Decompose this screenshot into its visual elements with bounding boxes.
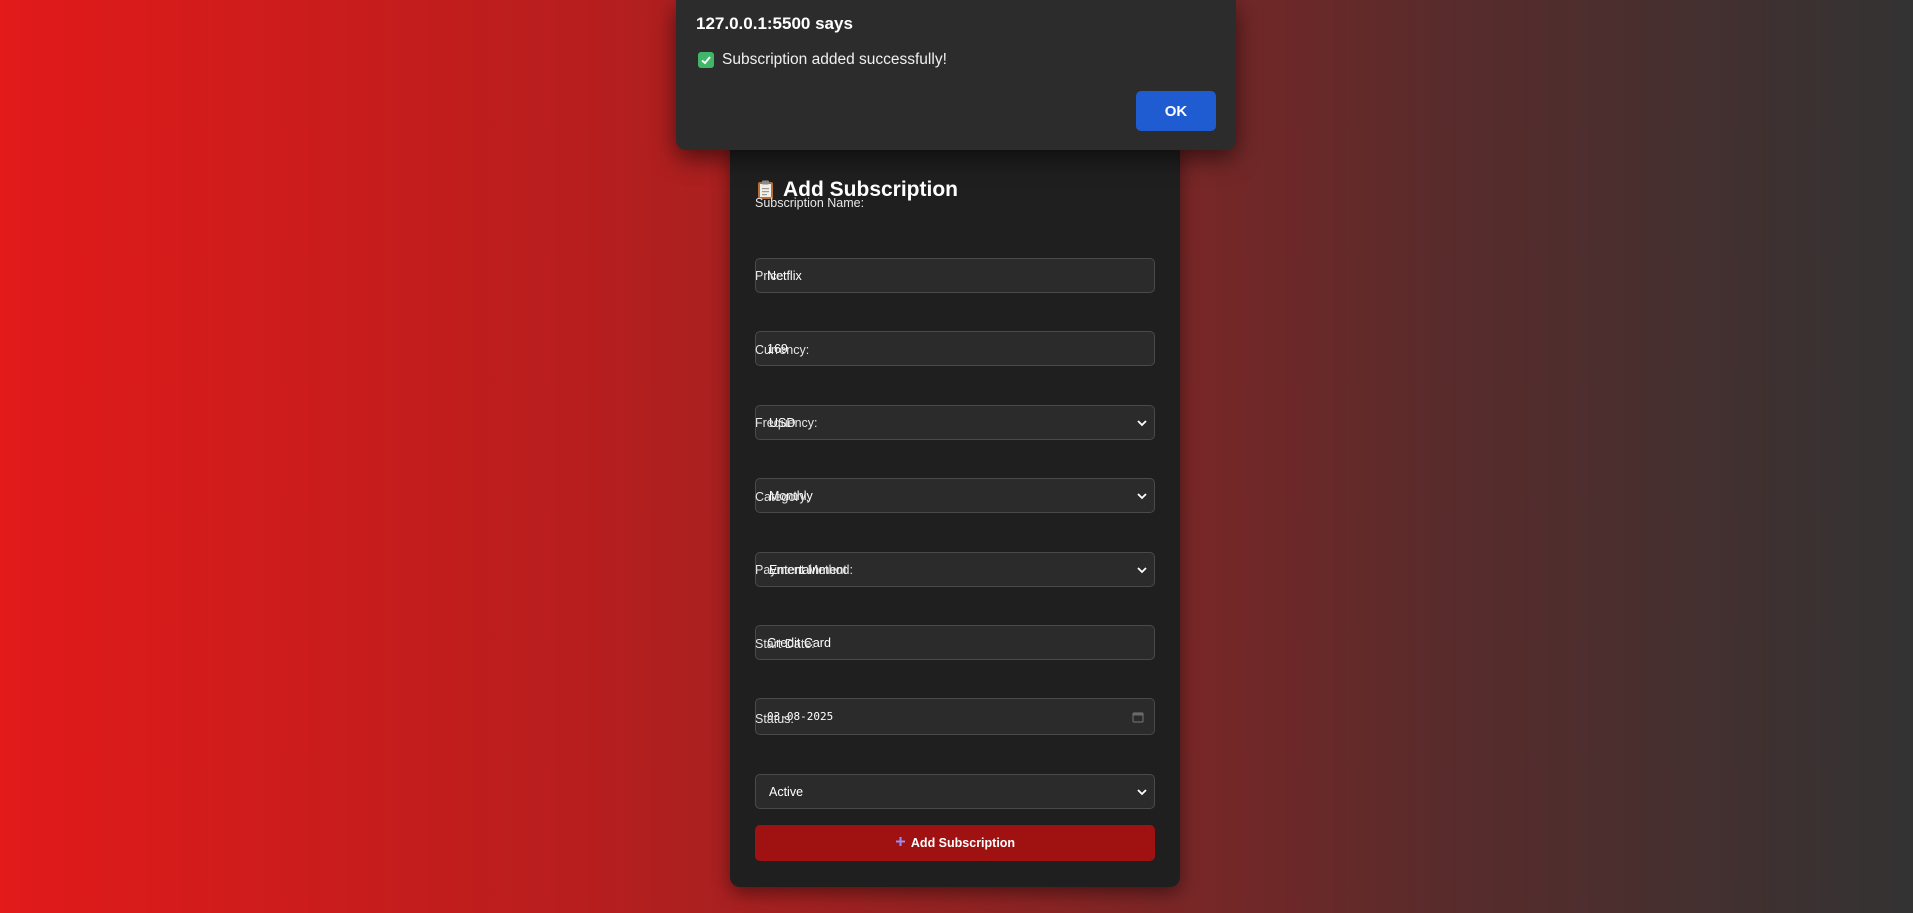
add-subscription-button-label: Add Subscription [910, 836, 1016, 850]
price-input[interactable]: 169 [755, 331, 1155, 366]
frequency-label: Frequency: [755, 416, 818, 430]
chevron-down-icon [1136, 417, 1148, 429]
category-label: Category: [755, 490, 810, 504]
chevron-down-icon [1136, 490, 1148, 502]
start-date-label: Start Date: [755, 637, 815, 651]
status-select[interactable]: Active [755, 774, 1155, 809]
calendar-icon[interactable] [1132, 711, 1144, 723]
price-label: Price: [755, 269, 787, 283]
dialog-message-text: Subscription added successfully! [722, 51, 947, 68]
chevron-down-icon [1136, 786, 1148, 798]
currency-label: Currency: [755, 343, 810, 357]
chevron-down-icon [1136, 564, 1148, 576]
plus-icon [895, 836, 906, 850]
subscription-name-input[interactable]: Netflix [755, 258, 1155, 293]
payment-method-label: Payment Method: [755, 563, 853, 577]
ok-button[interactable]: OK [1136, 91, 1216, 131]
status-label: Status: [755, 712, 794, 726]
dialog-message: Subscription added successfully! [698, 51, 947, 69]
start-date-input[interactable]: 03-08-2025 [755, 698, 1155, 735]
add-subscription-form: Add Subscription Subscription Name: Netf… [730, 140, 1180, 887]
check-icon [698, 52, 714, 68]
payment-method-input[interactable]: Credit Card [755, 625, 1155, 660]
status-value: Active [769, 784, 804, 799]
subscription-name-label: Subscription Name: [755, 196, 865, 210]
dialog-title: 127.0.0.1:5500 says [696, 14, 853, 33]
add-subscription-button[interactable]: Add Subscription [755, 825, 1155, 861]
frequency-select[interactable]: Monthly [755, 478, 1155, 513]
alert-dialog: 127.0.0.1:5500 says Subscription added s… [676, 0, 1236, 150]
